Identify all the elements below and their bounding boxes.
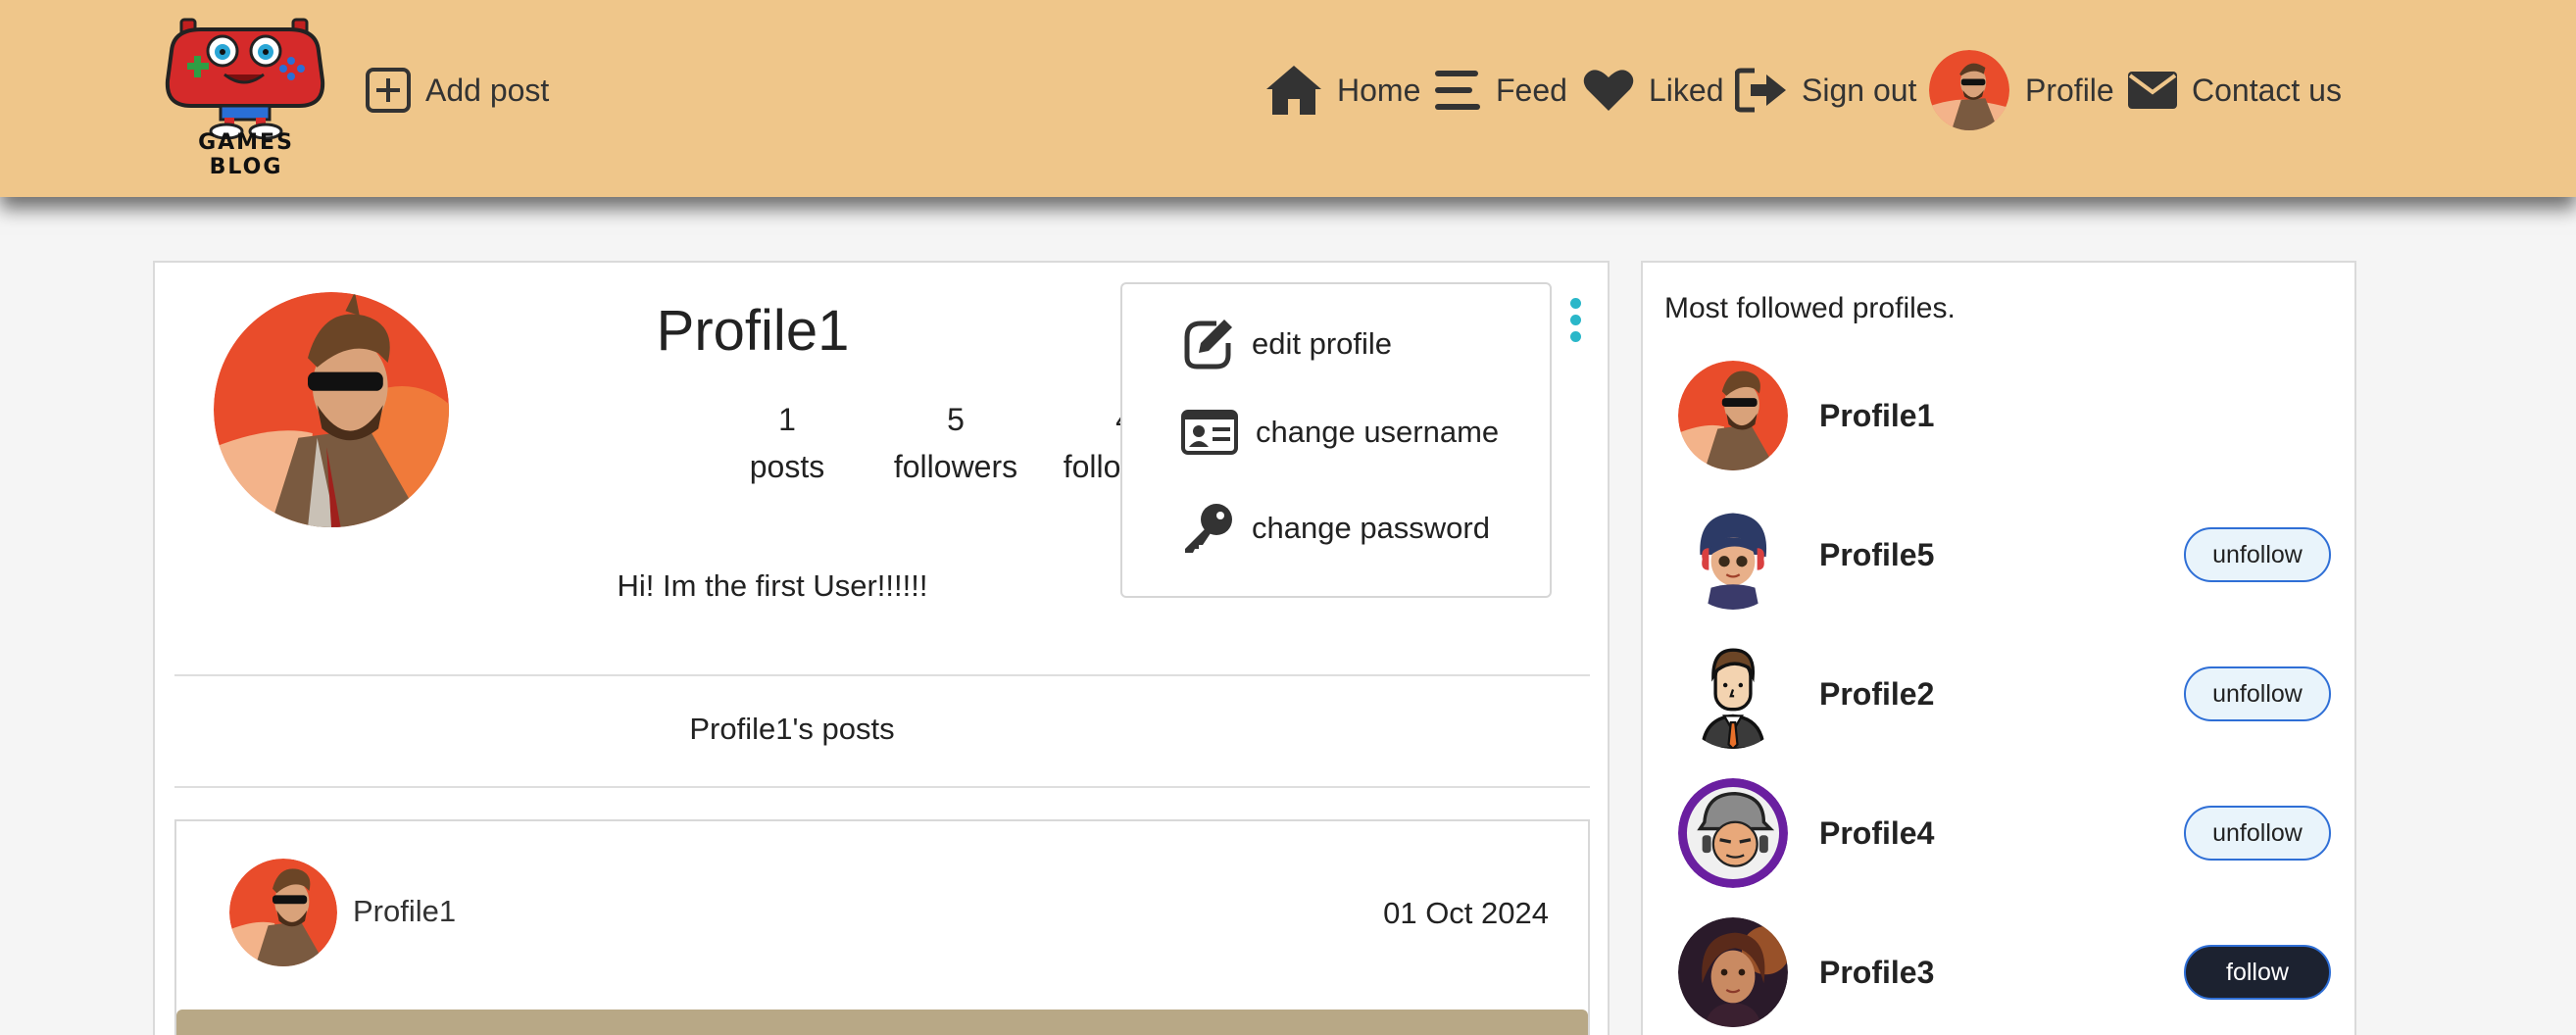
key-icon xyxy=(1181,502,1234,555)
unfollow-button[interactable]: unfollow xyxy=(2184,806,2331,861)
nav-feed-link[interactable]: Feed xyxy=(1433,63,1567,118)
profile-name[interactable]: Profile2 xyxy=(1819,676,1934,713)
followers-stat[interactable]: 5 followers xyxy=(882,396,1029,490)
profile-username: Profile1 xyxy=(656,299,850,363)
add-post-label: Add post xyxy=(425,72,550,108)
sign-out-icon xyxy=(1735,67,1788,114)
post-author-name[interactable]: Profile1 xyxy=(353,894,456,929)
most-followed-title: Most followed profiles. xyxy=(1664,292,1956,324)
nav-liked-label: Liked xyxy=(1649,72,1724,108)
follow-button[interactable]: follow xyxy=(2184,945,2331,1000)
nav-feed-label: Feed xyxy=(1496,72,1567,108)
add-post-link[interactable]: Add post xyxy=(365,63,549,118)
home-icon xyxy=(1264,64,1323,117)
nav-sign-out-label: Sign out xyxy=(1802,72,1917,108)
avatar[interactable] xyxy=(1678,778,1788,888)
nav-profile-link[interactable]: Profile xyxy=(1929,50,2114,130)
profile-avatar xyxy=(214,292,449,527)
profile-name[interactable]: Profile5 xyxy=(1819,537,1934,573)
id-card-icon xyxy=(1181,410,1238,455)
edit-profile-item[interactable]: edit profile xyxy=(1181,318,1392,370)
avatar[interactable] xyxy=(1678,639,1788,749)
list-item: Profile1 xyxy=(1643,361,2354,478)
unfollow-button[interactable]: unfollow xyxy=(2184,666,2331,721)
divider xyxy=(174,786,1590,788)
nav-sign-out-link[interactable]: Sign out xyxy=(1735,63,1916,118)
change-password-item[interactable]: change password xyxy=(1181,502,1490,555)
nav-liked-link[interactable]: Liked xyxy=(1582,63,1724,118)
logo-text: GAMES BLOG xyxy=(198,130,294,179)
profile-options-menu: edit profile change username change pass… xyxy=(1120,282,1552,598)
change-username-label: change username xyxy=(1256,415,1500,449)
most-followed-card: Most followed profiles. Profile1 Profile… xyxy=(1641,261,2356,1035)
post-image[interactable] xyxy=(176,1010,1588,1035)
envelope-icon xyxy=(2127,71,2178,110)
avatar[interactable] xyxy=(1678,361,1788,470)
nav-profile-label: Profile xyxy=(2025,72,2114,108)
post-author-avatar[interactable] xyxy=(229,859,337,966)
change-username-item[interactable]: change username xyxy=(1181,410,1499,455)
avatar[interactable] xyxy=(1678,917,1788,1027)
profile-bio: Hi! Im the first User!!!!!! xyxy=(617,568,928,603)
avatar[interactable] xyxy=(1678,500,1788,610)
nav-contact-label: Contact us xyxy=(2192,72,2342,108)
list-item: Profile5 unfollow xyxy=(1643,500,2354,617)
menu-lines-icon xyxy=(1433,69,1482,112)
post-card[interactable]: Profile1 01 Oct 2024 xyxy=(174,819,1590,1035)
profile-name[interactable]: Profile1 xyxy=(1819,398,1934,434)
divider xyxy=(174,674,1590,676)
list-item: Profile4 unfollow xyxy=(1643,778,2354,896)
edit-icon xyxy=(1181,318,1234,370)
followers-label: followers xyxy=(893,449,1018,484)
change-password-label: change password xyxy=(1252,511,1490,545)
profile-card: Profile1 1 posts 5 followers 4 following… xyxy=(153,261,1610,1035)
profile-name[interactable]: Profile3 xyxy=(1819,955,1934,991)
nav-profile-avatar xyxy=(1929,50,2009,130)
add-square-icon xyxy=(365,67,412,114)
heart-icon xyxy=(1582,68,1635,113)
posts-count: 1 xyxy=(778,402,796,437)
profile-name[interactable]: Profile4 xyxy=(1819,815,1934,852)
nav-home-link[interactable]: Home xyxy=(1264,63,1420,118)
post-date: 01 Oct 2024 xyxy=(1383,896,1549,930)
top-navbar: GAMES BLOG Add post Home Feed Liked Sign… xyxy=(0,0,2576,197)
nav-home-label: Home xyxy=(1337,72,1421,108)
nav-contact-link[interactable]: Contact us xyxy=(2127,63,2342,118)
posts-section-title: Profile1's posts xyxy=(689,712,895,746)
unfollow-button[interactable]: unfollow xyxy=(2184,527,2331,582)
followers-count: 5 xyxy=(947,402,965,437)
posts-label: posts xyxy=(749,449,825,484)
posts-stat: 1 posts xyxy=(714,396,861,490)
more-options-icon[interactable] xyxy=(1568,298,1582,347)
list-item: Profile3 follow xyxy=(1643,917,2354,1035)
edit-profile-label: edit profile xyxy=(1252,326,1393,361)
list-item: Profile2 unfollow xyxy=(1643,639,2354,757)
